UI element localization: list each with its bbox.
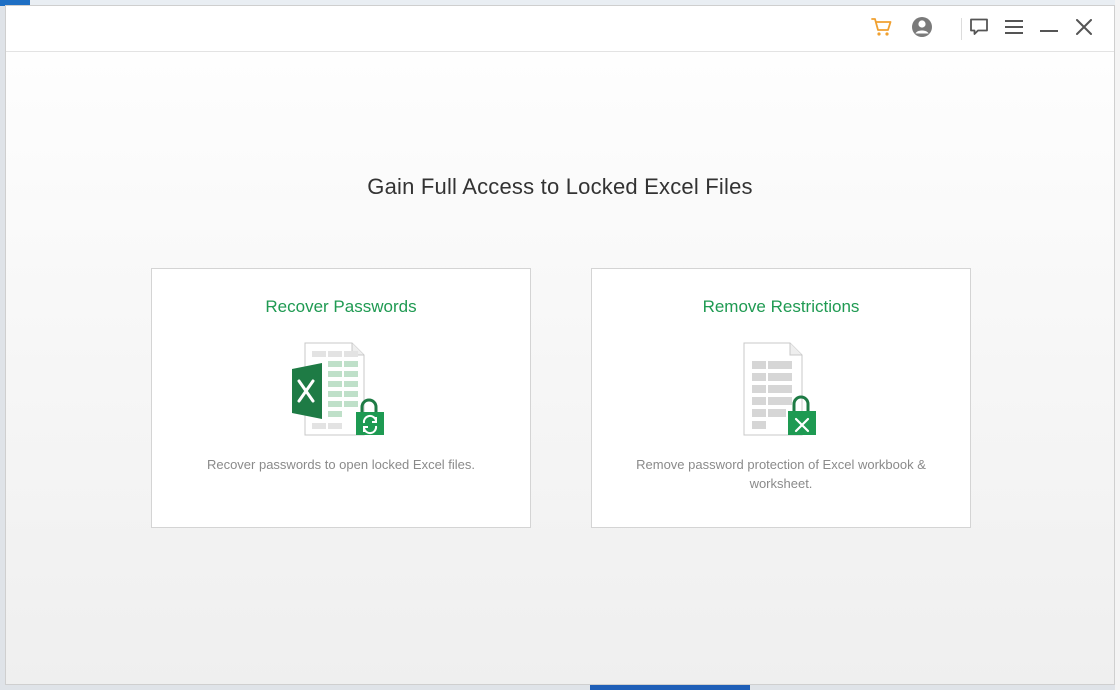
minimize-icon <box>1040 20 1058 38</box>
excel-unlock-icon <box>732 341 832 441</box>
title-bar <box>6 6 1114 52</box>
close-button[interactable] <box>1070 15 1098 43</box>
recover-passwords-card[interactable]: Recover Passwords Recover passwords to o… <box>151 268 531 528</box>
card-title: Recover Passwords <box>265 297 417 316</box>
app-window: Gain Full Access to Locked Excel Files R… <box>5 5 1115 685</box>
cart-button[interactable] <box>868 15 896 43</box>
excel-recover-icon <box>292 341 392 441</box>
feedback-icon <box>969 18 989 41</box>
cart-icon <box>871 17 893 42</box>
card-title: Remove Restrictions <box>702 297 860 316</box>
menu-icon <box>1005 19 1023 40</box>
account-button[interactable] <box>908 15 936 43</box>
feedback-button[interactable] <box>965 15 993 43</box>
page-title: Gain Full Access to Locked Excel Files <box>367 174 753 199</box>
toolbar-divider <box>961 18 962 40</box>
minimize-button[interactable] <box>1035 15 1063 43</box>
close-icon <box>1076 18 1092 40</box>
desktop-background-edge <box>1115 0 1120 690</box>
card-description: Recover passwords to open locked Excel f… <box>206 457 476 472</box>
user-icon <box>911 16 933 43</box>
card-description: Remove password protection of Excel work… <box>636 457 926 491</box>
remove-restrictions-card[interactable]: Remove Restrictions Remove password prot… <box>591 268 971 528</box>
menu-button[interactable] <box>1000 15 1028 43</box>
